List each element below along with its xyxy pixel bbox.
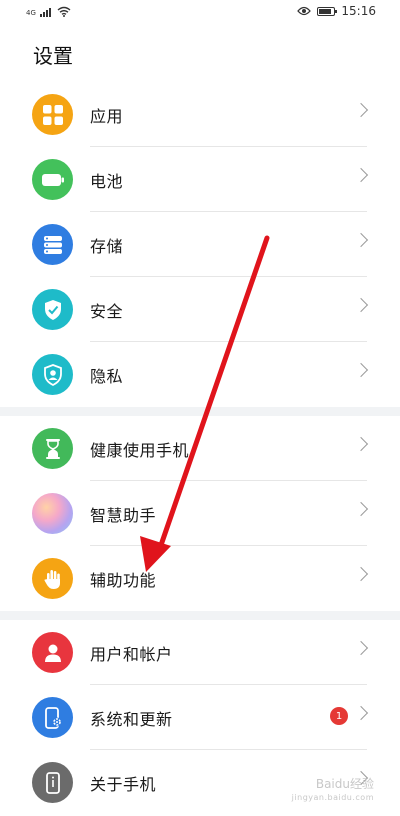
chevron-right-icon [353, 167, 369, 183]
smart-assistant-icon [32, 493, 73, 534]
battery-status-icon [317, 6, 338, 16]
status-right: 15:16 [297, 4, 376, 18]
settings-item-label: 应用 [90, 107, 124, 126]
chevron-right-icon [353, 436, 369, 452]
phone-settings-icon [32, 697, 73, 738]
settings-item-label: 隐私 [90, 367, 124, 386]
settings-item-label: 智慧助手 [90, 506, 157, 525]
status-bar: 4G 15:16 [0, 0, 400, 26]
settings-item-smart-assistant[interactable]: 智慧助手 [0, 481, 400, 546]
settings-item-users-accounts[interactable]: 用户和帐户 [0, 620, 400, 685]
settings-item-apps[interactable]: 应用 [0, 82, 400, 147]
chevron-right-icon [353, 501, 369, 517]
section-separator [0, 611, 400, 620]
privacy-shield-icon [32, 354, 73, 395]
settings-item-label: 安全 [90, 302, 124, 321]
page-title: 设置 [33, 44, 73, 68]
chevron-right-icon [353, 297, 369, 313]
chevron-right-icon [353, 705, 369, 721]
settings-item-label: 存储 [90, 237, 124, 256]
signal-icon [39, 5, 51, 17]
notification-badge: 1 [330, 707, 348, 725]
battery-icon [32, 159, 73, 200]
network-type: 4G [26, 9, 36, 17]
status-left: 4G [26, 5, 71, 17]
wifi-icon [57, 6, 71, 17]
settings-item-label: 电池 [90, 172, 124, 191]
hand-icon [32, 558, 73, 599]
settings-item-digital-balance[interactable]: 健康使用手机 [0, 416, 400, 481]
watermark-logo: Baidu经验 [315, 777, 374, 791]
chevron-right-icon [353, 640, 369, 656]
settings-item-battery[interactable]: 电池 [0, 147, 400, 212]
settings-item-label: 关于手机 [90, 775, 157, 794]
settings-item-privacy[interactable]: 隐私 [0, 342, 400, 407]
settings-item-label: 系统和更新 [90, 710, 173, 729]
settings-item-storage[interactable]: 存储 [0, 212, 400, 277]
section-separator [0, 407, 400, 416]
shield-check-icon [32, 289, 73, 330]
chevron-right-icon [353, 566, 369, 582]
storage-icon [32, 224, 73, 265]
hourglass-icon [32, 428, 73, 469]
settings-item-system-updates[interactable]: 系统和更新 1 [0, 685, 400, 750]
chevron-right-icon [353, 232, 369, 248]
phone-info-icon [32, 762, 73, 803]
chevron-right-icon [353, 362, 369, 378]
settings-item-accessibility[interactable]: 辅助功能 [0, 546, 400, 611]
watermark-url: jingyan.baidu.com [291, 793, 374, 802]
settings-item-label: 用户和帐户 [90, 645, 173, 664]
settings-item-label: 辅助功能 [90, 571, 157, 590]
watermark: Baidu经验 jingyan.baidu.com [292, 778, 374, 804]
chevron-right-icon [353, 102, 369, 118]
settings-item-security[interactable]: 安全 [0, 277, 400, 342]
settings-item-label: 健康使用手机 [90, 441, 190, 460]
eye-comfort-icon [297, 6, 312, 16]
status-time: 15:16 [341, 4, 376, 18]
user-icon [32, 632, 73, 673]
grid-apps-icon [32, 94, 73, 135]
